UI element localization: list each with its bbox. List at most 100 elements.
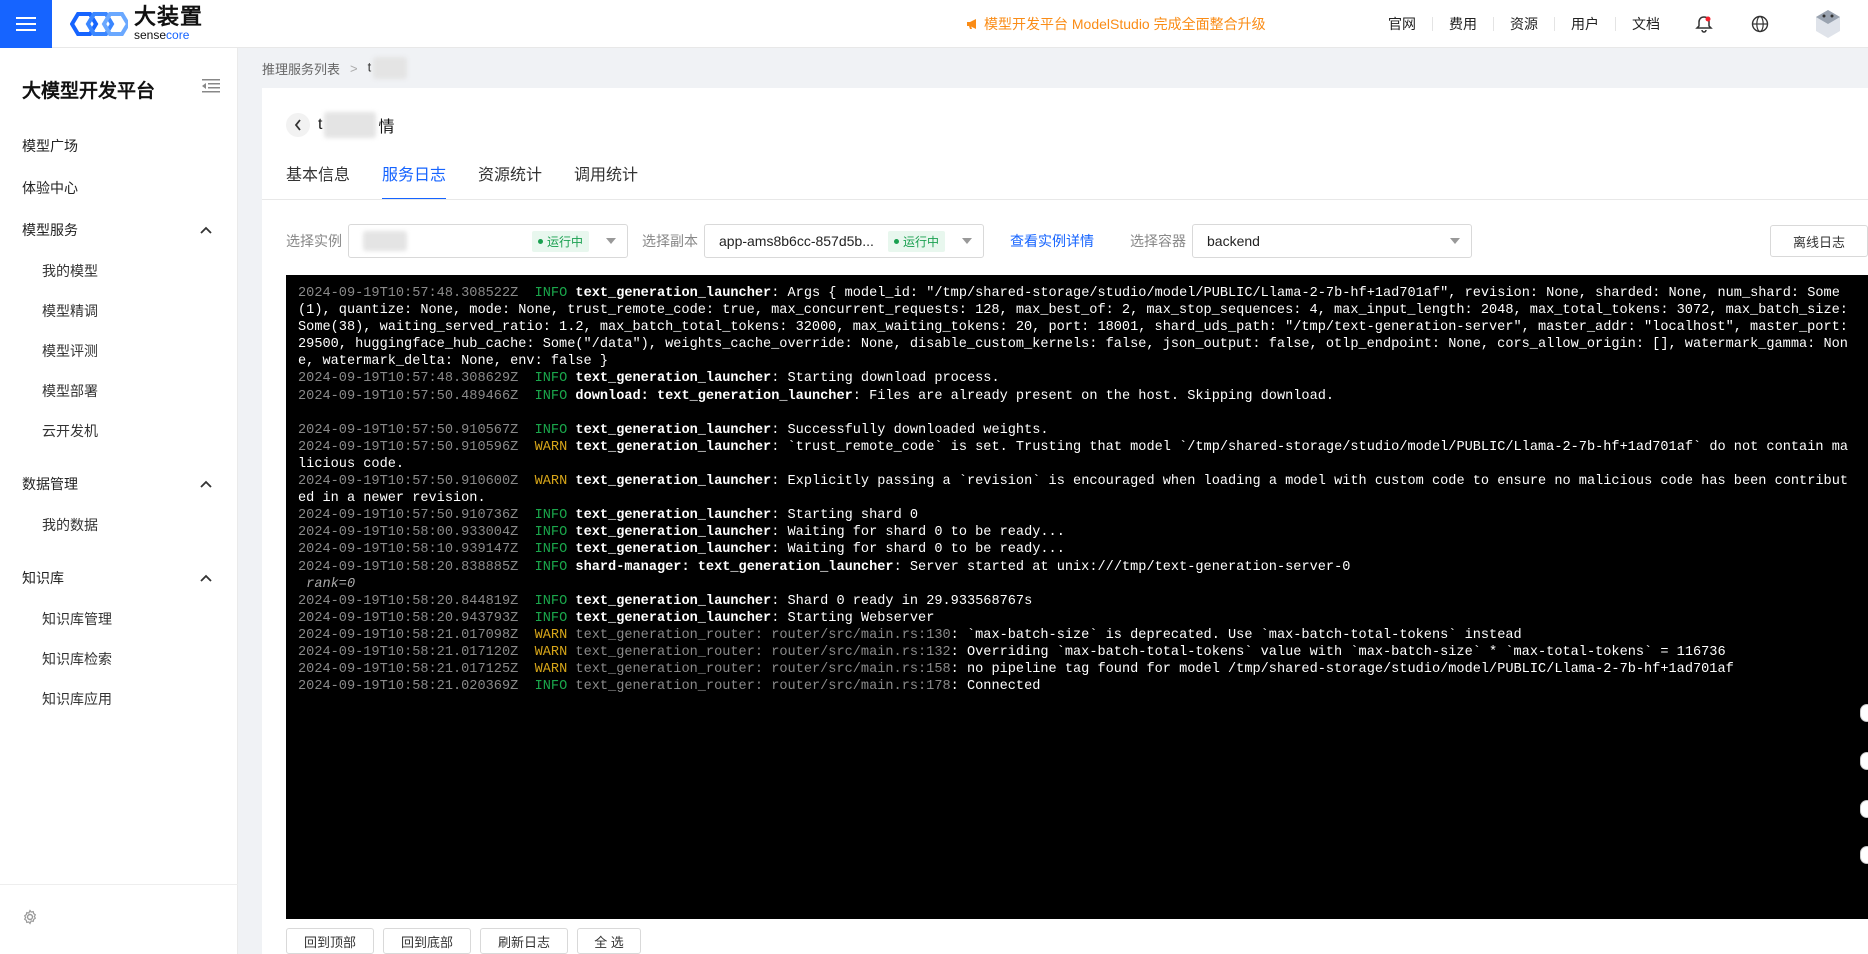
- top-nav: 官网 费用 资源 用户 文档: [1372, 0, 1868, 48]
- settings-button[interactable]: [22, 909, 38, 928]
- view-instance-details-link[interactable]: 查看实例详情: [1010, 231, 1094, 251]
- nav-link-resources[interactable]: 资源: [1494, 17, 1555, 31]
- log-target: text_generation_launcher: [575, 286, 772, 301]
- tab-basic-info[interactable]: 基本信息: [286, 160, 350, 200]
- sidebar-item-my-models[interactable]: 我的模型: [42, 261, 98, 281]
- floating-helper-button[interactable]: [1860, 800, 1868, 818]
- sidebar-item-model-square[interactable]: 模型广场: [22, 136, 78, 156]
- sidebar-item-experience-center[interactable]: 体验中心: [22, 178, 78, 198]
- sidebar-item-model-deploy[interactable]: 模型部署: [42, 381, 98, 401]
- chevron-up-icon: [200, 480, 212, 488]
- avatar: [1816, 10, 1840, 38]
- log-line: 2024-09-19T10:58:20.838885Z INFO shard-m…: [298, 559, 1856, 576]
- log-filters: 选择实例 运行中 选择副本 app-ams8b6cc-857d5b... 运行中…: [286, 224, 1868, 258]
- sidebar-item-kb-search[interactable]: 知识库检索: [42, 649, 112, 669]
- log-target: text_generation_launcher: [575, 474, 772, 490]
- chevron-down-icon: [606, 238, 616, 244]
- replica-select[interactable]: app-ams8b6cc-857d5b... 运行中: [704, 224, 984, 258]
- scroll-top-button[interactable]: 回到顶部: [286, 928, 374, 954]
- back-button[interactable]: [286, 113, 310, 137]
- log-message: : Files are already present on the host.…: [852, 388, 1335, 404]
- announcement-banner[interactable]: 模型开发平台 ModelStudio 完成全面整合升级: [966, 14, 1266, 34]
- container-label: 选择容器: [1130, 233, 1186, 249]
- chevron-down-icon: [962, 238, 972, 244]
- sidebar-group-model-service[interactable]: 模型服务: [22, 220, 212, 240]
- collapse-menu-icon: [202, 79, 220, 93]
- nav-link-official-site[interactable]: 官网: [1372, 17, 1433, 31]
- floating-helper-button[interactable]: [1860, 704, 1868, 722]
- container-select[interactable]: backend: [1192, 224, 1472, 258]
- breadcrumb-root-link[interactable]: 推理服务列表: [262, 59, 340, 78]
- instance-label: 选择实例: [286, 233, 342, 249]
- log-line: 2024-09-19T10:58:21.017125Z WARN text_ge…: [298, 661, 1856, 678]
- log-level: INFO: [534, 422, 568, 438]
- scroll-bottom-button[interactable]: 回到底部: [383, 928, 471, 954]
- offline-logs-button[interactable]: 离线日志: [1770, 225, 1868, 257]
- language-button[interactable]: [1732, 15, 1788, 33]
- log-message: : Starting download process.: [771, 371, 1000, 387]
- log-line: 2024-09-19T10:57:48.308629Z INFO text_ge…: [298, 370, 1856, 387]
- log-line: 2024-09-19T10:58:20.943793Z INFO text_ge…: [298, 610, 1856, 627]
- log-message: : Waiting for shard 0 to be ready...: [771, 542, 1065, 558]
- sidebar-item-model-eval[interactable]: 模型评测: [42, 341, 98, 361]
- log-level: WARN: [534, 662, 568, 678]
- log-timestamp: 2024-09-19T10:57:50.910567Z: [298, 422, 519, 438]
- log-level: INFO: [534, 559, 568, 575]
- log-line: 2024-09-19T10:57:50.910567Z INFO text_ge…: [298, 422, 1856, 439]
- log-timestamp: 2024-09-19T10:57:50.489466Z: [298, 388, 519, 404]
- user-avatar-button[interactable]: [1788, 8, 1868, 40]
- log-console[interactable]: 2024-09-19T10:57:48.308522Z INFO text_ge…: [286, 275, 1868, 919]
- select-all-button[interactable]: 全 选: [577, 928, 641, 954]
- tab-resource-stats[interactable]: 资源统计: [478, 160, 542, 200]
- log-timestamp: 2024-09-19T10:58:21.017120Z: [298, 644, 519, 660]
- log-message: : Connected: [950, 679, 1041, 695]
- log-timestamp: 2024-09-19T10:57:48.308522Z: [298, 286, 519, 301]
- nav-link-billing[interactable]: 费用: [1433, 17, 1494, 31]
- sidebar-item-cloud-devbox[interactable]: 云开发机: [42, 421, 98, 441]
- log-target: text_generation_launcher: [575, 439, 772, 455]
- brand-logo[interactable]: 大装置 sensecore: [70, 0, 203, 48]
- floating-helper-button[interactable]: [1860, 752, 1868, 770]
- log-message: rank=0: [298, 576, 356, 592]
- instance-value-redacted: [363, 231, 407, 251]
- log-level: INFO: [534, 610, 568, 626]
- breadcrumb: 推理服务列表 > t: [238, 48, 1868, 88]
- log-level: WARN: [534, 439, 568, 455]
- nav-link-docs[interactable]: 文档: [1616, 17, 1676, 31]
- sidebar-item-kb-management[interactable]: 知识库管理: [42, 609, 112, 629]
- log-line: 2024-09-19T10:57:50.910600Z WARN text_ge…: [298, 473, 1856, 507]
- menu-toggle-button[interactable]: [0, 0, 52, 48]
- log-line: 2024-09-19T10:57:50.910596Z WARN text_ge…: [298, 439, 1856, 473]
- log-timestamp: 2024-09-19T10:58:21.020369Z: [298, 679, 519, 695]
- log-line: 2024-09-19T10:58:21.020369Z INFO text_ge…: [298, 678, 1856, 695]
- replica-status-badge: 运行中: [887, 230, 945, 252]
- notifications-button[interactable]: [1676, 15, 1732, 33]
- sidebar-group-knowledge-base[interactable]: 知识库: [22, 568, 212, 588]
- log-target: text_generation_launcher: [575, 542, 772, 558]
- log-target: text_generation_router: router/src/main.…: [575, 679, 951, 695]
- sidebar-collapse-button[interactable]: [202, 78, 220, 97]
- floating-helper-button[interactable]: [1860, 846, 1868, 864]
- log-message: : Args { model_id: "/tmp/shared-storage/…: [298, 286, 1857, 370]
- sidebar-item-my-data[interactable]: 我的数据: [42, 515, 98, 535]
- tab-call-stats[interactable]: 调用统计: [574, 160, 638, 200]
- tab-service-logs[interactable]: 服务日志: [382, 160, 447, 200]
- tabs-divider: [262, 199, 1868, 200]
- log-line: 2024-09-19T10:58:00.933004Z INFO text_ge…: [298, 524, 1856, 541]
- log-message: : Waiting for shard 0 to be ready...: [771, 525, 1065, 541]
- sidebar-item-model-finetune[interactable]: 模型精调: [42, 301, 98, 321]
- log-timestamp: 2024-09-19T10:57:50.910736Z: [298, 508, 519, 524]
- brand-subname: sensecore: [134, 28, 190, 42]
- sidebar-group-data-management[interactable]: 数据管理: [22, 474, 212, 494]
- log-level: INFO: [534, 286, 568, 301]
- log-target: text_generation_router: router/src/main.…: [575, 662, 951, 678]
- sidebar-item-kb-apps[interactable]: 知识库应用: [42, 689, 112, 709]
- log-level: WARN: [534, 627, 568, 643]
- nav-link-users[interactable]: 用户: [1555, 17, 1616, 31]
- gear-icon: [23, 909, 37, 925]
- sidebar: 大模型开发平台 模型广场 体验中心 模型服务 我的模型 模型精调 模型评测 模型…: [0, 48, 238, 954]
- refresh-logs-button[interactable]: 刷新日志: [480, 928, 568, 954]
- log-timestamp: 2024-09-19T10:58:20.838885Z: [298, 559, 519, 575]
- instance-select[interactable]: 运行中: [348, 224, 628, 258]
- page-header: t 情: [286, 112, 394, 138]
